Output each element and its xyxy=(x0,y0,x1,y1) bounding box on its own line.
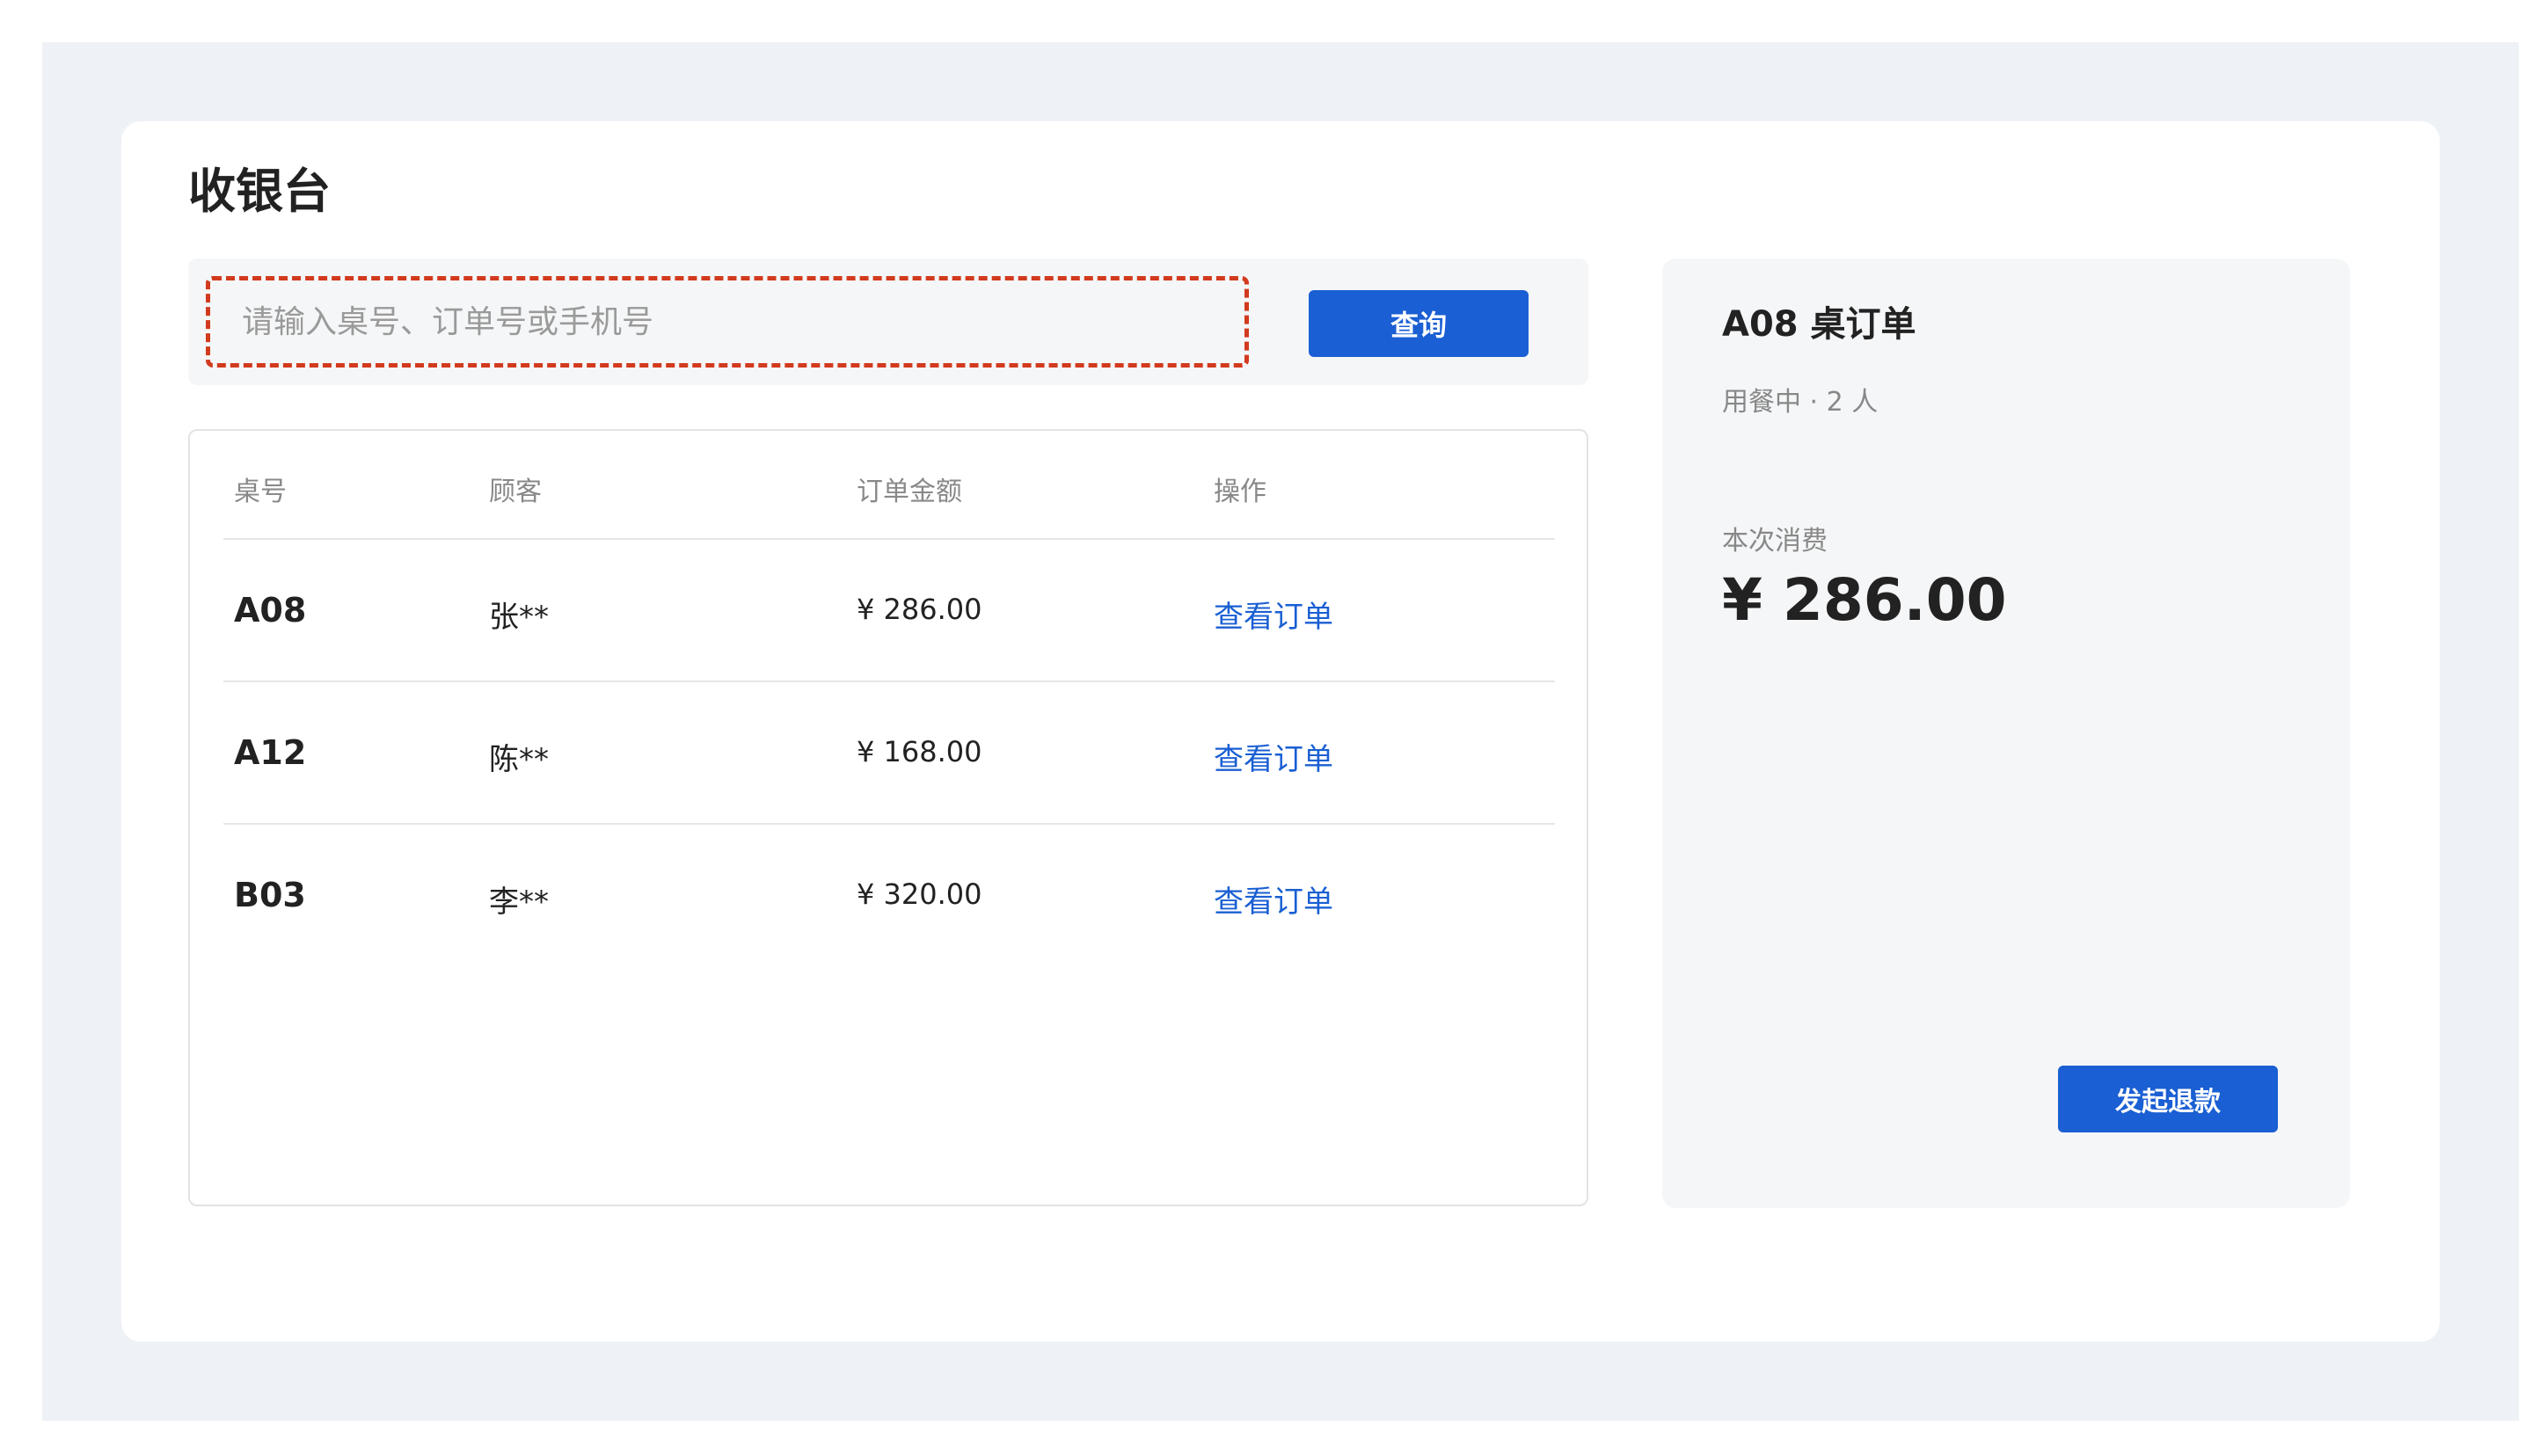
header-table-no: 桌号 xyxy=(234,477,287,507)
header-action: 操作 xyxy=(1214,477,1266,507)
table-row: A12 陈** ¥ 168.00 查看订单 xyxy=(223,684,1555,825)
view-order-link[interactable]: 查看订单 xyxy=(1214,593,1333,636)
order-status: 用餐中 · 2 人 xyxy=(1722,387,1879,418)
page-title: 收银台 xyxy=(188,164,331,219)
order-amount: ¥ 320.00 xyxy=(857,877,982,911)
view-order-link[interactable]: 查看订单 xyxy=(1214,877,1333,921)
table-row: B03 李** ¥ 320.00 查看订单 xyxy=(223,826,1555,967)
table-no: A12 xyxy=(234,733,307,772)
order-amount: ¥ 286.00 xyxy=(857,593,982,626)
view-order-link[interactable]: 查看订单 xyxy=(1214,735,1333,778)
app-frame: 收银台 查询 桌号 顾客 订单金额 操作 A08 张** ¥ 286.00 查看… xyxy=(42,42,2519,1421)
consume-amount: ¥ 286.00 xyxy=(1722,566,2007,634)
query-button[interactable]: 查询 xyxy=(1309,290,1529,357)
search-input[interactable] xyxy=(206,276,1249,368)
table-no: A08 xyxy=(234,591,307,630)
customer-name: 陈** xyxy=(489,742,549,777)
table-header: 桌号 顾客 订单金额 操作 xyxy=(223,431,1555,540)
header-customer: 顾客 xyxy=(489,477,542,507)
refund-button[interactable]: 发起退款 xyxy=(2058,1066,2278,1132)
order-title: A08 桌订单 xyxy=(1722,304,1916,345)
consume-label: 本次消费 xyxy=(1722,526,1828,557)
order-detail-panel: A08 桌订单 用餐中 · 2 人 本次消费 ¥ 286.00 发起退款 xyxy=(1662,258,2350,1208)
table-no: B03 xyxy=(234,876,306,914)
table-row: A08 张** ¥ 286.00 查看订单 xyxy=(223,542,1555,682)
header-amount: 订单金额 xyxy=(857,477,962,507)
search-bar: 查询 xyxy=(188,258,1588,385)
customer-name: 李** xyxy=(489,885,549,920)
customer-name: 张** xyxy=(489,600,549,635)
order-amount: ¥ 168.00 xyxy=(857,735,982,768)
cashier-card: 收银台 查询 桌号 顾客 订单金额 操作 A08 张** ¥ 286.00 查看… xyxy=(121,121,2440,1342)
orders-table: 桌号 顾客 订单金额 操作 A08 张** ¥ 286.00 查看订单 A12 … xyxy=(188,429,1588,1206)
